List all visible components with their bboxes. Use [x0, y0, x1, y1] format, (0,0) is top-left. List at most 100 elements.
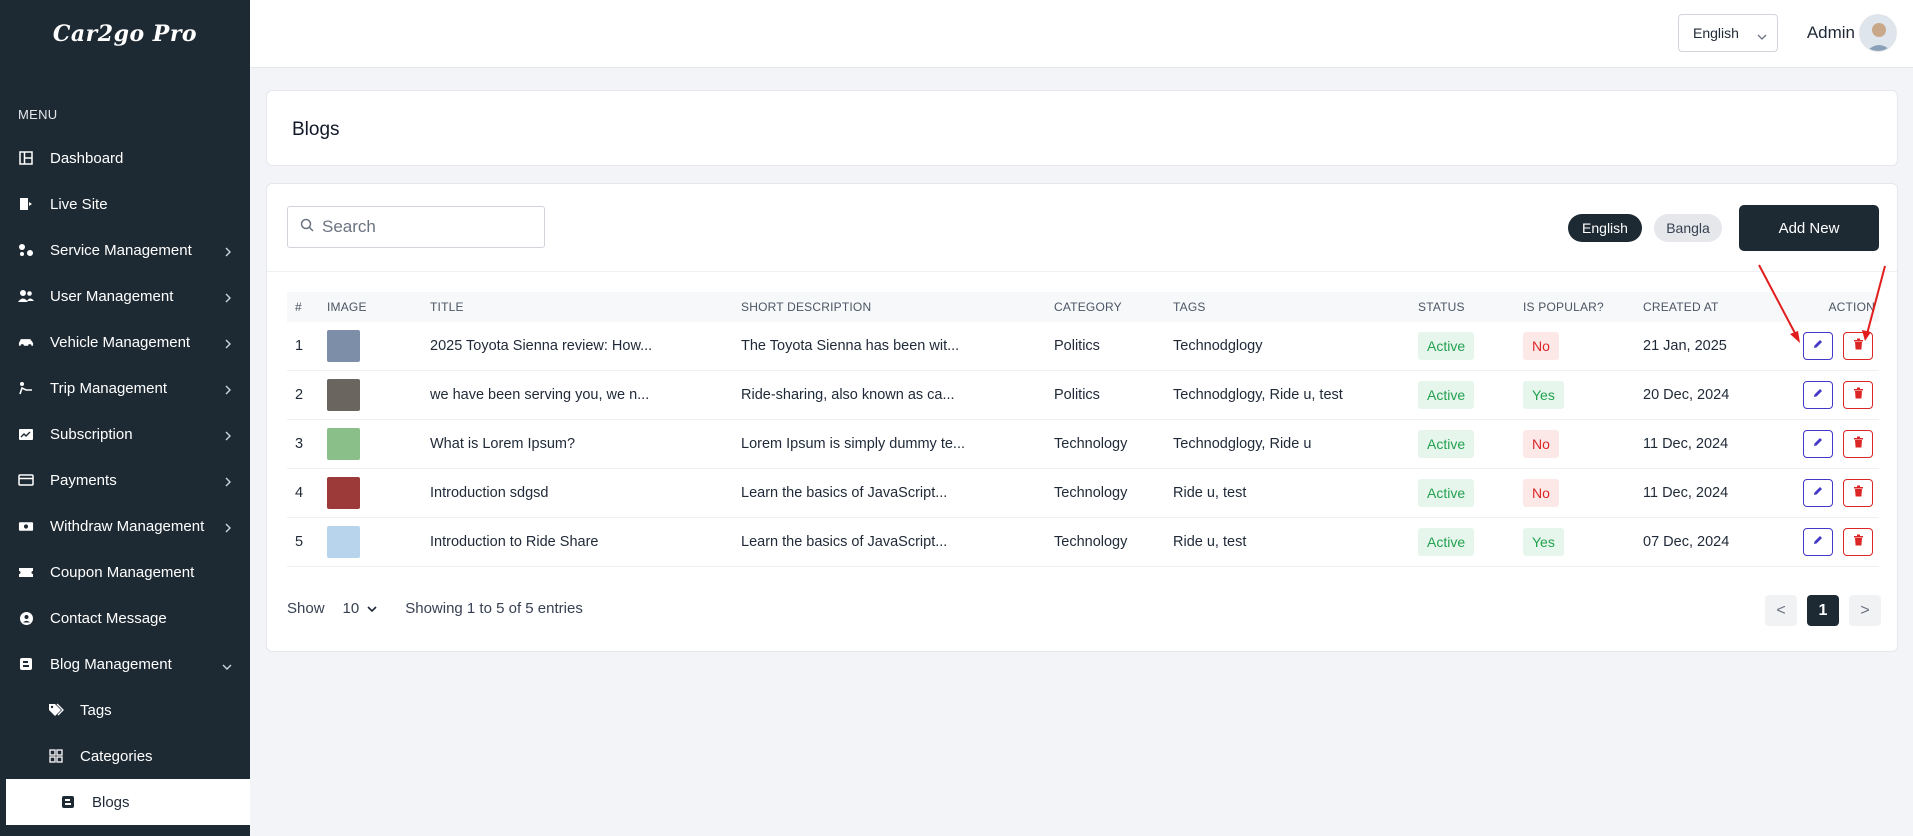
dashboard-icon	[18, 150, 34, 166]
app-logo[interactable]: Car2go Pro	[0, 0, 250, 68]
live-site-icon	[18, 196, 34, 212]
row-thumbnail-cell	[327, 477, 430, 509]
row-popular-cell: Yes	[1523, 381, 1643, 409]
sidebar-item-live-site[interactable]: Live Site	[0, 181, 250, 227]
sidebar-nav: Dashboard Live Site Service Management U…	[0, 135, 250, 825]
row-status-cell: Active	[1418, 381, 1523, 409]
sidebar-item-service-management[interactable]: Service Management	[0, 227, 250, 273]
trash-icon	[1853, 534, 1864, 550]
pencil-icon	[1812, 485, 1824, 501]
table-row: 4 Introduction sdgsd Learn the basics of J…	[287, 469, 1879, 518]
delete-button[interactable]	[1843, 528, 1873, 556]
column-header-tags: TAGS	[1173, 300, 1206, 314]
column-header-category: CATEGORY	[1054, 300, 1122, 314]
table-body: 1 2025 Toyota Sienna review: How... The To…	[287, 322, 1879, 567]
sidebar-item-vehicle-management[interactable]: Vehicle Management	[0, 319, 250, 365]
pencil-icon	[1812, 338, 1824, 354]
delete-button[interactable]	[1843, 332, 1873, 360]
sidebar-item-label: Subscription	[50, 425, 133, 443]
pencil-icon	[1812, 534, 1824, 550]
blog-icon	[18, 656, 34, 672]
row-created-at: 11 Dec, 2024	[1643, 485, 1729, 501]
row-tags: Technodglogy	[1173, 338, 1263, 354]
sidebar: Car2go Pro MENU Dashboard Live Site Serv…	[0, 0, 250, 836]
pencil-icon	[1812, 387, 1824, 403]
popular-badge: No	[1523, 430, 1559, 458]
row-short-description: Learn the basics of JavaScript...	[741, 485, 948, 501]
chevron-down-icon	[222, 658, 232, 675]
blog-thumbnail	[327, 330, 360, 362]
sidebar-item-blog-management[interactable]: Blog Management	[0, 641, 250, 687]
row-popular-cell: No	[1523, 332, 1643, 360]
row-short-description: Learn the basics of JavaScript...	[741, 534, 948, 550]
avatar[interactable]	[1859, 14, 1897, 52]
row-status-cell: Active	[1418, 528, 1523, 556]
edit-button[interactable]	[1803, 479, 1833, 507]
table-header: # IMAGE TITLE SHORT DESCRIPTION CATEGORY…	[287, 292, 1879, 322]
categories-icon	[48, 748, 64, 764]
sidebar-item-withdraw-management[interactable]: Withdraw Management	[0, 503, 250, 549]
search-box	[287, 206, 545, 248]
sidebar-item-label: Trip Management	[50, 379, 167, 397]
coupon-icon	[18, 564, 34, 580]
add-new-button[interactable]: Add New	[1739, 205, 1879, 251]
column-header-number: #	[295, 300, 302, 314]
delete-button[interactable]	[1843, 381, 1873, 409]
sidebar-item-label: Blog Management	[50, 655, 172, 673]
row-popular-cell: No	[1523, 479, 1643, 507]
row-popular-cell: Yes	[1523, 528, 1643, 556]
sidebar-item-label: Service Management	[50, 241, 192, 259]
sidebar-item-payments[interactable]: Payments	[0, 457, 250, 503]
row-thumbnail-cell	[327, 330, 430, 362]
service-icon	[18, 242, 34, 258]
language-tab-english[interactable]: English	[1568, 214, 1642, 242]
sidebar-subitem-categories[interactable]: Categories	[0, 733, 250, 779]
row-category: Technology	[1054, 436, 1128, 452]
language-tab-bangla[interactable]: Bangla	[1654, 214, 1722, 242]
sidebar-item-user-management[interactable]: User Management	[0, 273, 250, 319]
page-button-current[interactable]: 1	[1807, 595, 1839, 626]
edit-button[interactable]	[1803, 332, 1833, 360]
search-input[interactable]	[322, 217, 532, 237]
edit-button[interactable]	[1803, 430, 1833, 458]
row-created-at: 07 Dec, 2024	[1643, 534, 1730, 550]
blog-thumbnail	[327, 477, 360, 509]
table-row: 2 we have been serving you, we n... Ride-s…	[287, 371, 1879, 420]
chevron-down-icon	[1757, 28, 1767, 44]
column-header-is-popular: IS POPULAR?	[1523, 300, 1604, 314]
chevron-right-icon	[224, 290, 232, 307]
chevron-right-icon	[224, 520, 232, 537]
previous-page-button[interactable]: <	[1765, 595, 1797, 626]
sidebar-item-label: Live Site	[50, 195, 108, 213]
next-page-button[interactable]: >	[1849, 595, 1881, 626]
page-size-select[interactable]: 10	[343, 600, 386, 617]
contact-icon	[18, 610, 34, 626]
popular-badge: No	[1523, 332, 1559, 360]
table-footer: Show 10 Showing 1 to 5 of 5 entries	[287, 600, 583, 617]
row-title: 2025 Toyota Sienna review: How...	[430, 338, 653, 354]
trip-icon	[18, 380, 34, 396]
sidebar-item-coupon-management[interactable]: Coupon Management	[0, 549, 250, 595]
row-thumbnail-cell	[327, 526, 430, 558]
sidebar-item-subscription[interactable]: Subscription	[0, 411, 250, 457]
column-header-title: TITLE	[430, 300, 464, 314]
table-row: 1 2025 Toyota Sienna review: How... The To…	[287, 322, 1879, 371]
sidebar-item-contact-message[interactable]: Contact Message	[0, 595, 250, 641]
column-header-short-description: SHORT DESCRIPTION	[741, 300, 872, 314]
user-name[interactable]: Admin	[1807, 23, 1855, 43]
language-select[interactable]: English	[1678, 14, 1778, 52]
sidebar-item-trip-management[interactable]: Trip Management	[0, 365, 250, 411]
sidebar-subitem-blogs[interactable]: Blogs	[6, 779, 250, 825]
row-title: Introduction to Ride Share	[430, 534, 599, 550]
edit-button[interactable]	[1803, 381, 1833, 409]
chevron-right-icon	[224, 336, 232, 353]
sidebar-subitem-tags[interactable]: Tags	[0, 687, 250, 733]
page-title-card: Blogs	[266, 90, 1898, 166]
delete-button[interactable]	[1843, 479, 1873, 507]
edit-button[interactable]	[1803, 528, 1833, 556]
row-status-cell: Active	[1418, 479, 1523, 507]
trash-icon	[1853, 338, 1864, 354]
delete-button[interactable]	[1843, 430, 1873, 458]
sidebar-item-dashboard[interactable]: Dashboard	[0, 135, 250, 181]
status-badge: Active	[1418, 430, 1475, 458]
